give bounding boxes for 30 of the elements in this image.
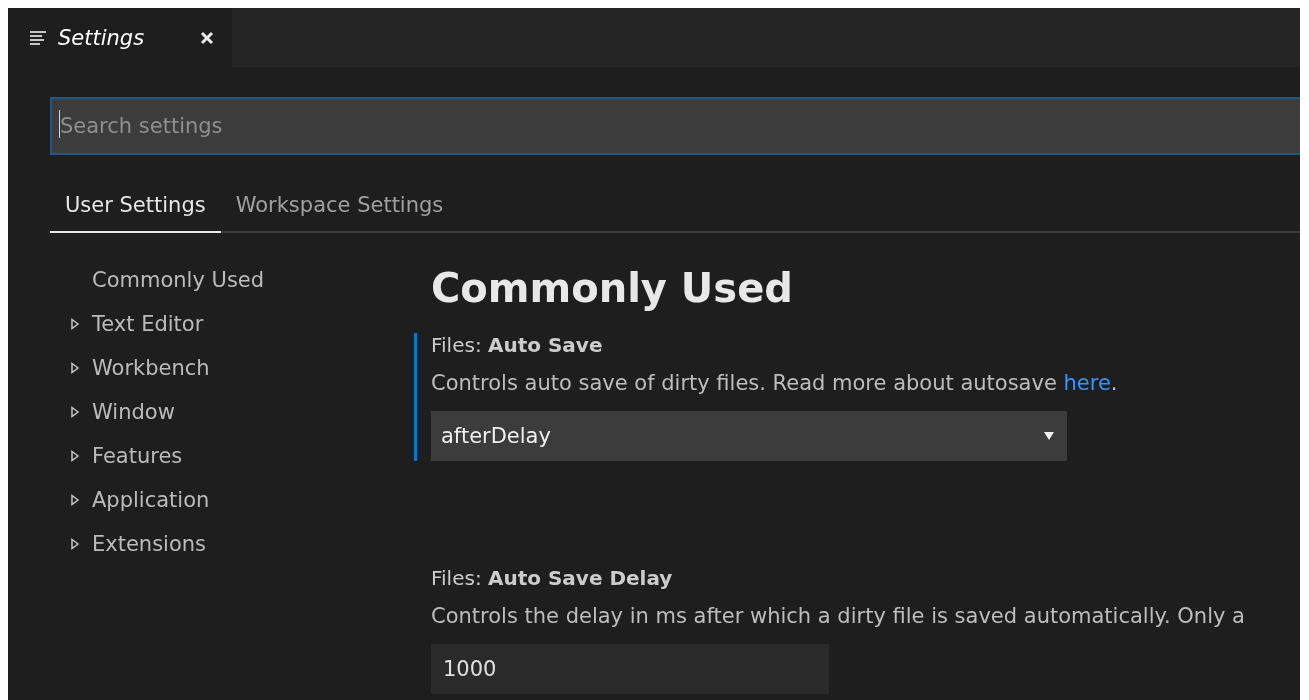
setting-description: Controls the delay in ms after which a dirty file is saved automatically. Only a (431, 604, 1245, 628)
tab-title: Settings (58, 25, 146, 50)
search-field[interactable]: Search settings (50, 97, 1300, 155)
sidebar-item[interactable]: Window (92, 400, 175, 424)
sidebar-item[interactable]: Text Editor (92, 312, 204, 336)
number-field[interactable]: 1000 (431, 644, 829, 694)
caret-icon (1043, 431, 1055, 441)
sidebar-item[interactable]: Commonly Used (92, 268, 265, 292)
section-title: Commonly Used (431, 265, 794, 311)
scope-tab[interactable]: User Settings (50, 183, 221, 233)
caret-icon[interactable] (70, 494, 80, 506)
close-icon[interactable] (200, 30, 214, 45)
value-dropdown[interactable]: afterDelay (431, 411, 1067, 461)
setting-title: Files: Auto Save Delay (431, 566, 674, 590)
sidebar-item[interactable]: Workbench (92, 356, 210, 380)
here-link[interactable]: here (1063, 371, 1111, 395)
caret-icon[interactable] (70, 450, 80, 462)
sidebar-item[interactable]: Application (92, 488, 210, 512)
caret-icon[interactable] (70, 538, 80, 550)
editor-tab[interactable]: Settings (8, 8, 232, 67)
lines-icon (30, 29, 48, 46)
caret-icon[interactable] (70, 318, 80, 330)
sidebar-item[interactable]: Features (92, 444, 183, 468)
scope-tab[interactable]: Workspace Settings (220, 183, 459, 233)
sidebar-item[interactable]: Extensions (92, 532, 207, 556)
setting-title: Files: Auto Save (431, 333, 604, 357)
text-cursor (59, 110, 60, 138)
setting-description: Controls auto save of dirty files. Read more about autosave here. (431, 371, 1118, 395)
caret-icon[interactable] (70, 362, 80, 374)
caret-icon[interactable] (70, 406, 80, 418)
